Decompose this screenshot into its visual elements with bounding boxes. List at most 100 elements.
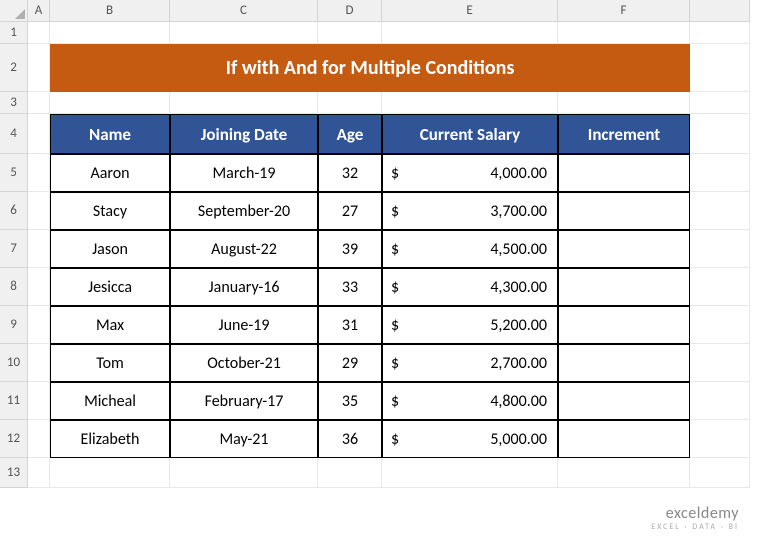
cell-name[interactable]: Jason: [50, 230, 170, 268]
cell-salary[interactable]: $5,000.00: [382, 420, 558, 458]
cell[interactable]: [318, 22, 382, 44]
col-header-B[interactable]: B: [50, 0, 170, 22]
cell-salary[interactable]: $4,500.00: [382, 230, 558, 268]
row-header-4[interactable]: 4: [0, 114, 28, 154]
cell-age[interactable]: 31: [318, 306, 382, 344]
row-header-8[interactable]: 8: [0, 268, 28, 306]
cell-age[interactable]: 32: [318, 154, 382, 192]
cell-joining[interactable]: February-17: [170, 382, 318, 420]
cell-age[interactable]: 35: [318, 382, 382, 420]
cell-joining[interactable]: September-20: [170, 192, 318, 230]
cell-name[interactable]: Aaron: [50, 154, 170, 192]
row-header-1[interactable]: 1: [0, 22, 28, 44]
cell-increment[interactable]: [558, 154, 690, 192]
cell[interactable]: [318, 92, 382, 114]
cell-increment[interactable]: [558, 382, 690, 420]
row-header-11[interactable]: 11: [0, 382, 28, 420]
cell[interactable]: [28, 420, 50, 458]
cell[interactable]: [690, 382, 750, 420]
cell[interactable]: [28, 92, 50, 114]
cell-joining[interactable]: May-21: [170, 420, 318, 458]
cell-salary[interactable]: $3,700.00: [382, 192, 558, 230]
cell[interactable]: [690, 420, 750, 458]
cell[interactable]: [50, 22, 170, 44]
col-header-F[interactable]: F: [558, 0, 690, 22]
cell[interactable]: [690, 22, 750, 44]
cell[interactable]: [690, 44, 750, 92]
cell[interactable]: [28, 192, 50, 230]
cell[interactable]: [690, 306, 750, 344]
cell-increment[interactable]: [558, 192, 690, 230]
cell-salary[interactable]: $4,000.00: [382, 154, 558, 192]
cell[interactable]: [558, 92, 690, 114]
cell[interactable]: [28, 458, 50, 488]
cell[interactable]: [50, 92, 170, 114]
cell-name[interactable]: Elizabeth: [50, 420, 170, 458]
cell-joining[interactable]: June-19: [170, 306, 318, 344]
row-header-7[interactable]: 7: [0, 230, 28, 268]
col-header-E[interactable]: E: [382, 0, 558, 22]
row-header-10[interactable]: 10: [0, 344, 28, 382]
col-header-C[interactable]: C: [170, 0, 318, 22]
cell-age[interactable]: 27: [318, 192, 382, 230]
cell-joining[interactable]: March-19: [170, 154, 318, 192]
cell-name[interactable]: Stacy: [50, 192, 170, 230]
cell[interactable]: [170, 458, 318, 488]
cell[interactable]: [28, 344, 50, 382]
cell-increment[interactable]: [558, 306, 690, 344]
cell[interactable]: [690, 268, 750, 306]
cell[interactable]: [558, 458, 690, 488]
cell-salary[interactable]: $4,300.00: [382, 268, 558, 306]
cell-age[interactable]: 36: [318, 420, 382, 458]
cell[interactable]: [382, 458, 558, 488]
cell[interactable]: [690, 230, 750, 268]
row-header-3[interactable]: 3: [0, 92, 28, 114]
cell[interactable]: [318, 458, 382, 488]
cell[interactable]: [382, 92, 558, 114]
col-header-D[interactable]: D: [318, 0, 382, 22]
row-header-12[interactable]: 12: [0, 420, 28, 458]
cell[interactable]: [690, 114, 750, 154]
cell[interactable]: [50, 458, 170, 488]
cell[interactable]: [690, 192, 750, 230]
cell[interactable]: [28, 22, 50, 44]
cell[interactable]: [690, 344, 750, 382]
cell[interactable]: [28, 154, 50, 192]
cell[interactable]: [170, 22, 318, 44]
cell[interactable]: [28, 306, 50, 344]
cell-increment[interactable]: [558, 344, 690, 382]
cell-salary[interactable]: $4,800.00: [382, 382, 558, 420]
cell[interactable]: [170, 92, 318, 114]
cell-name[interactable]: Max: [50, 306, 170, 344]
cell-salary[interactable]: $2,700.00: [382, 344, 558, 382]
cell[interactable]: [28, 44, 50, 92]
cell-age[interactable]: 39: [318, 230, 382, 268]
cell[interactable]: [28, 268, 50, 306]
cell[interactable]: [28, 382, 50, 420]
cell-joining[interactable]: January-16: [170, 268, 318, 306]
cell-increment[interactable]: [558, 230, 690, 268]
row-header-9[interactable]: 9: [0, 306, 28, 344]
row-header-13[interactable]: 13: [0, 458, 28, 488]
cell[interactable]: [28, 230, 50, 268]
row-header-6[interactable]: 6: [0, 192, 28, 230]
col-header-A[interactable]: A: [28, 0, 50, 22]
cell-increment[interactable]: [558, 420, 690, 458]
cell[interactable]: [690, 458, 750, 488]
select-all-corner[interactable]: [0, 0, 28, 22]
cell[interactable]: [382, 22, 558, 44]
cell-name[interactable]: Tom: [50, 344, 170, 382]
cell-name[interactable]: Jesicca: [50, 268, 170, 306]
row-header-5[interactable]: 5: [0, 154, 28, 192]
cell-age[interactable]: 33: [318, 268, 382, 306]
cell[interactable]: [28, 114, 50, 154]
cell-age[interactable]: 29: [318, 344, 382, 382]
cell-name[interactable]: Micheal: [50, 382, 170, 420]
cell[interactable]: [690, 92, 750, 114]
cell-joining[interactable]: August-22: [170, 230, 318, 268]
cell[interactable]: [558, 22, 690, 44]
cell-joining[interactable]: October-21: [170, 344, 318, 382]
cell-salary[interactable]: $5,200.00: [382, 306, 558, 344]
cell-increment[interactable]: [558, 268, 690, 306]
cell[interactable]: [690, 154, 750, 192]
